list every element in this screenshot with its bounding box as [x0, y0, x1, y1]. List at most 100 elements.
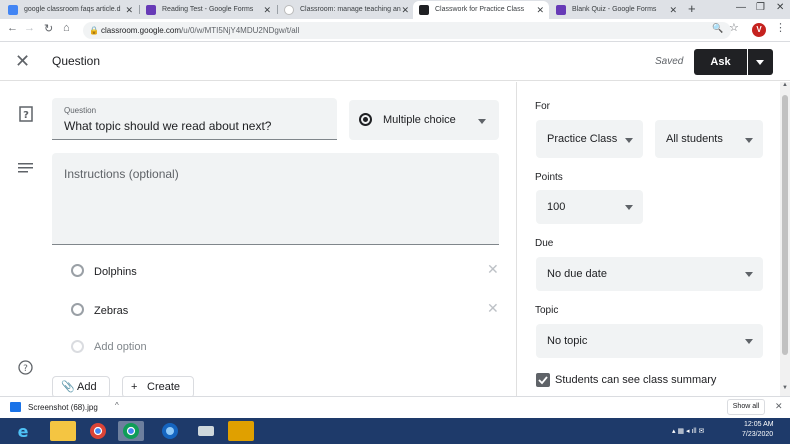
taskbar-time[interactable]: 12:05 AM: [744, 421, 774, 428]
class-dropdown[interactable]: Practice Class: [536, 120, 643, 158]
svg-text:e: e: [18, 422, 29, 441]
due-label: Due: [535, 238, 554, 249]
students-dropdown[interactable]: All students: [655, 120, 763, 158]
show-all-button[interactable]: Show all: [727, 399, 765, 415]
drive-icon[interactable]: [193, 421, 219, 441]
option-dolphins[interactable]: Dolphins: [94, 266, 137, 278]
tab-title: Reading Test - Google Forms: [162, 6, 254, 13]
browser-tab-classwork[interactable]: Classwork for Practice Class ✕: [413, 1, 549, 19]
tab-title: google classroom faqs article.d: [24, 6, 121, 13]
minimize-icon[interactable]: —: [736, 2, 746, 13]
close-tab-icon[interactable]: ✕: [536, 1, 544, 19]
forward-icon[interactable]: →: [24, 22, 35, 34]
close-download-bar-icon[interactable]: ✕: [775, 401, 783, 412]
chrome-icon[interactable]: [85, 421, 111, 441]
assignment-settings-panel: For Practice Class All students Points 1…: [516, 82, 780, 396]
instructions-icon: [18, 163, 33, 173]
question-text: What topic should we read about next?: [64, 119, 272, 133]
window-close-icon[interactable]: ✕: [776, 2, 784, 13]
chrome-active-icon[interactable]: [118, 421, 144, 441]
home-icon[interactable]: ⌂: [63, 22, 70, 34]
ask-options-dropdown[interactable]: [748, 49, 773, 75]
close-tab-icon[interactable]: ✕: [263, 1, 271, 19]
topic-dropdown[interactable]: No topic: [536, 324, 763, 358]
ask-button[interactable]: Ask: [694, 49, 747, 75]
create-button-label: Create: [147, 381, 181, 393]
reload-icon[interactable]: ↻: [44, 22, 53, 35]
dropdown-arrow-icon: [745, 138, 753, 143]
browser-tab-reading-test[interactable]: Reading Test - Google Forms ✕: [140, 1, 276, 19]
chevron-up-icon[interactable]: ^: [115, 401, 119, 410]
url-path: /u/0/w/MTI5NjY4MDU2NDgw/t/all: [181, 26, 300, 35]
svg-text:?: ?: [23, 364, 28, 374]
close-icon[interactable]: ✕: [15, 51, 30, 71]
download-bar: Screenshot (68).jpg ^ Show all ✕: [0, 396, 790, 418]
file-explorer-icon[interactable]: [50, 421, 76, 441]
taskbar-date[interactable]: 7/23/2020: [742, 431, 773, 438]
address-bar-row: ← → ↻ ⌂ 🔒 classroom.google.com/u/0/w/MTI…: [0, 19, 790, 42]
close-tab-icon[interactable]: ✕: [401, 1, 409, 19]
plus-icon: +: [131, 381, 138, 393]
students-value: All students: [666, 133, 723, 145]
dropdown-arrow-icon: [745, 339, 753, 344]
class-value: Practice Class: [547, 133, 618, 145]
windows-taskbar: e ▴ ▦ ◂ ıll ✉ 12:05 AM 7/23/2020: [0, 418, 790, 444]
url-bar[interactable]: 🔒 classroom.google.com/u/0/w/MTI5NjY4MDU…: [83, 22, 731, 39]
restore-icon[interactable]: ❐: [756, 2, 765, 13]
question-type-dropdown[interactable]: Multiple choice: [349, 100, 499, 140]
tab-title: Classwork for Practice Class: [435, 6, 525, 13]
add-attachment-button[interactable]: 📎 Add: [52, 376, 110, 398]
scroll-up-icon[interactable]: ▲: [782, 82, 788, 88]
dropdown-arrow-icon: [625, 138, 633, 143]
close-tab-icon[interactable]: ✕: [669, 1, 677, 19]
svg-text:?: ?: [23, 110, 29, 121]
remove-option-icon[interactable]: ✕: [487, 300, 499, 317]
scrollbar-thumb[interactable]: [782, 95, 788, 355]
bookmark-star-icon[interactable]: ☆: [729, 21, 739, 34]
dropdown-arrow-icon: [745, 272, 753, 277]
help-icon[interactable]: ?: [18, 360, 33, 375]
close-tab-icon[interactable]: ✕: [125, 1, 133, 19]
due-value: No due date: [547, 268, 607, 280]
app-header: ✕ Question Saved Ask: [0, 42, 790, 81]
browser-tab-classroom-help[interactable]: Classroom: manage teaching an ✕: [278, 1, 414, 19]
summary-checkbox-label: Students can see class summary: [555, 374, 717, 386]
scroll-down-icon[interactable]: ▼: [782, 385, 788, 391]
points-value: 100: [547, 201, 566, 213]
topic-value: No topic: [547, 335, 588, 347]
tab-title: Blank Quiz - Google Forms: [572, 6, 657, 13]
due-date-dropdown[interactable]: No due date: [536, 257, 763, 291]
instructions-field[interactable]: Instructions (optional): [52, 153, 499, 245]
url-host: classroom.google.com: [101, 26, 182, 35]
summary-checkbox[interactable]: [536, 373, 550, 387]
browser-tab-faqs[interactable]: google classroom faqs article.d ✕: [2, 1, 138, 19]
classroom-icon: [419, 5, 429, 15]
for-label: For: [535, 101, 550, 112]
lock-icon: 🔒: [89, 26, 99, 35]
saved-status: Saved: [655, 56, 684, 67]
back-icon[interactable]: ←: [7, 22, 18, 34]
dropdown-arrow-icon: [478, 119, 486, 124]
browser-tab-blank-quiz[interactable]: Blank Quiz - Google Forms ✕: [550, 1, 682, 19]
zoom-icon[interactable]: 🔍: [712, 23, 723, 34]
remove-option-icon[interactable]: ✕: [487, 261, 499, 278]
create-button[interactable]: + Create: [122, 376, 194, 398]
question-field-label: Question: [64, 106, 97, 115]
media-player-icon[interactable]: [157, 421, 183, 441]
points-dropdown[interactable]: 100: [536, 190, 643, 224]
question-field[interactable]: Question What topic should we read about…: [52, 98, 337, 140]
system-tray-icons[interactable]: ▴ ▦ ◂ ıll ✉: [672, 427, 704, 435]
google-icon: [284, 5, 294, 15]
browser-menu-icon[interactable]: ⋮: [775, 21, 786, 34]
option-radio-icon: [71, 340, 84, 353]
option-radio-icon: [71, 264, 84, 277]
profile-avatar[interactable]: V: [752, 23, 766, 37]
add-option-link[interactable]: Add option: [94, 341, 147, 353]
browser-tab-strip: google classroom faqs article.d ✕ Readin…: [0, 0, 790, 19]
new-tab-icon[interactable]: +: [688, 1, 696, 16]
option-zebras[interactable]: Zebras: [94, 305, 128, 317]
snipping-tool-icon[interactable]: [228, 421, 254, 441]
option-radio-icon: [71, 303, 84, 316]
download-file-name[interactable]: Screenshot (68).jpg: [28, 403, 98, 412]
internet-explorer-icon[interactable]: e: [10, 421, 36, 441]
